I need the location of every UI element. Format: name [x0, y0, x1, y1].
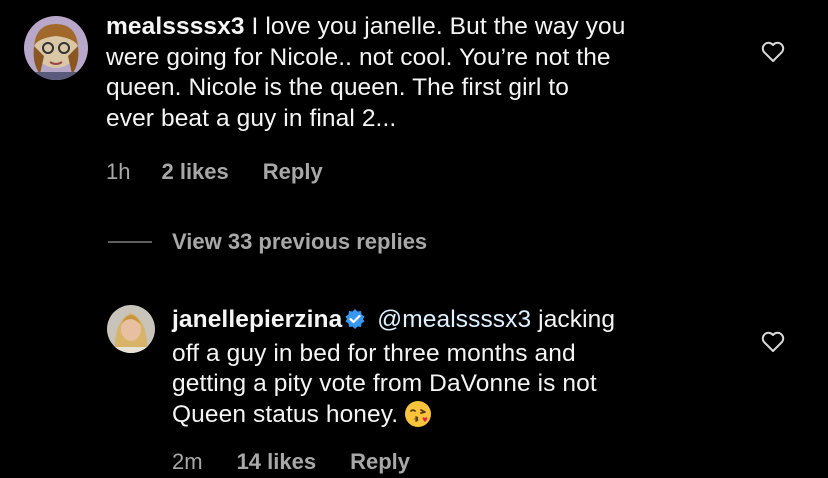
comment-body-line: were going for Nicole.. not cool. You’re…	[106, 43, 611, 71]
view-previous-replies[interactable]: View 33 previous replies	[108, 229, 427, 255]
comment-likes[interactable]: 2 likes	[161, 159, 228, 185]
comment-body-line: getting a pity vote from DaVonne is not	[172, 370, 597, 397]
comment-time[interactable]: 2m	[172, 449, 203, 475]
avatar[interactable]	[107, 305, 155, 353]
comment-meta: 2m 14 likes Reply	[172, 449, 410, 475]
comment-body-line: I love you janelle. But the way you	[251, 13, 626, 40]
reply-button[interactable]: Reply	[263, 159, 323, 185]
heart-outline-icon[interactable]	[761, 331, 785, 353]
comment-username[interactable]: janellepierzina	[172, 306, 342, 333]
comment-body-line: off a guy in bed for three months and	[172, 339, 576, 367]
comment-body-line: jacking	[538, 306, 616, 333]
reply-button[interactable]: Reply	[350, 449, 410, 475]
mention-link[interactable]: @mealssssx3	[377, 306, 531, 333]
view-replies-label[interactable]: View 33 previous replies	[172, 229, 427, 255]
comment-likes[interactable]: 14 likes	[237, 449, 317, 475]
comment-text: janellepierzina @mealssssx3 jacking off …	[172, 305, 752, 436]
comment-meta: 1h 2 likes Reply	[106, 159, 323, 185]
comment-body-line: ever beat a guy in final 2...	[106, 104, 397, 132]
comment-body-line: Queen status honey.	[172, 400, 399, 428]
avatar[interactable]	[24, 16, 88, 80]
comment-text: mealssssx3 I love you janelle. But the w…	[106, 12, 746, 134]
verified-badge-icon	[344, 308, 366, 339]
comment-body-line: queen. Nicole is the queen. The first gi…	[106, 74, 570, 101]
divider-line	[108, 241, 152, 243]
comment-time[interactable]: 1h	[106, 159, 130, 185]
comment-username[interactable]: mealssssx3	[106, 13, 245, 40]
heart-outline-icon[interactable]	[761, 41, 785, 63]
kissing-face-emoji-icon	[404, 400, 432, 437]
